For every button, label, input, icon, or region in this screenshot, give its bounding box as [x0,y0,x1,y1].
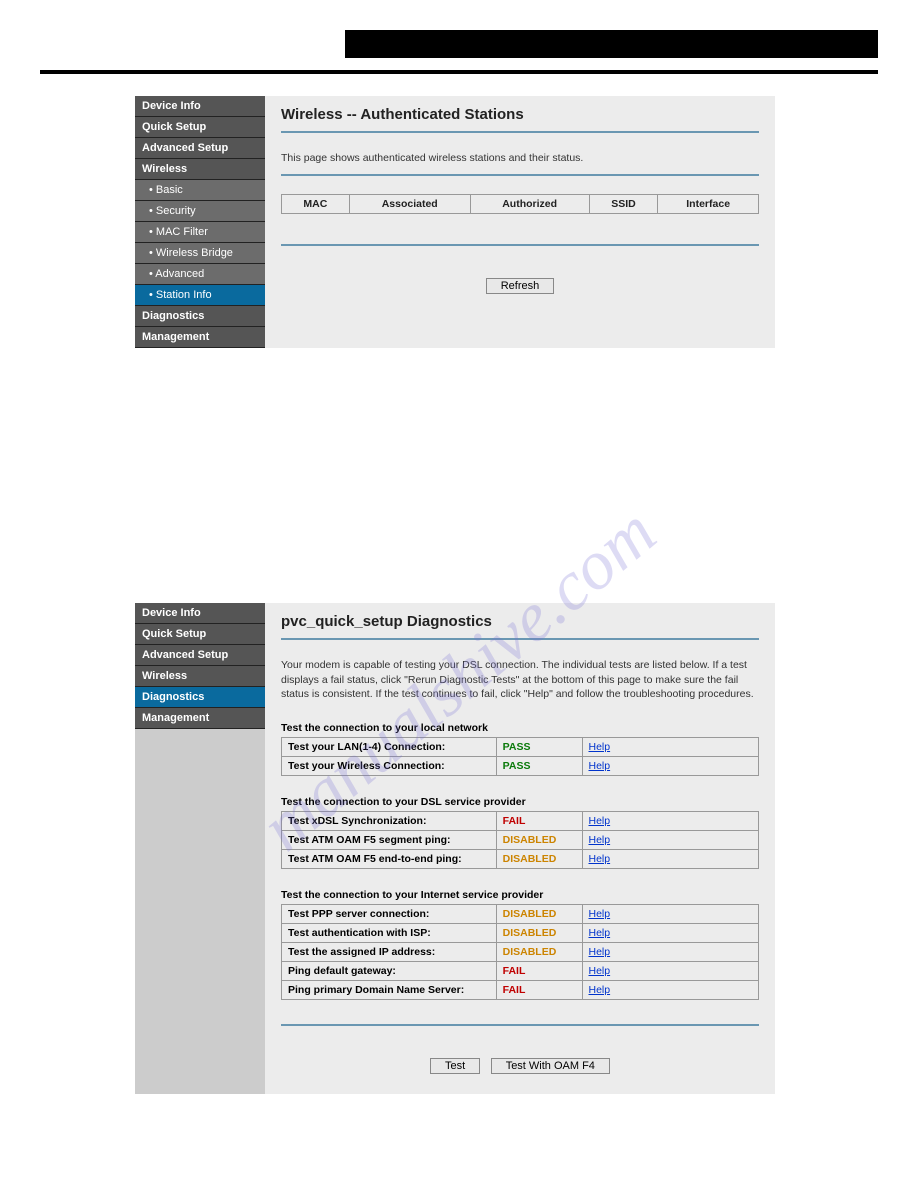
nav-item[interactable]: Quick Setup [135,117,265,138]
diag-test-name: Ping default gateway: [282,962,497,981]
diag-status: DISABLED [503,834,557,846]
panel1-title: Wireless -- Authenticated Stations [281,106,759,123]
help-link[interactable]: Help [589,760,611,772]
nav-item[interactable]: Diagnostics [135,306,265,327]
nav-sidebar-1: Device InfoQuick SetupAdvanced SetupWire… [135,96,265,348]
nav-sidebar-2: Device InfoQuick SetupAdvanced SetupWire… [135,603,265,1094]
diag-test-name: Test your LAN(1-4) Connection: [282,738,497,757]
diag-status: DISABLED [503,946,557,958]
diag-status: FAIL [503,984,526,996]
diag-table: Test your LAN(1-4) Connection:PASSHelpTe… [281,737,759,776]
nav-item[interactable]: Management [135,327,265,348]
help-link[interactable]: Help [589,927,611,939]
help-link[interactable]: Help [589,946,611,958]
diag-status: DISABLED [503,908,557,920]
diag-section-heading: Test the connection to your Internet ser… [281,889,759,901]
help-link[interactable]: Help [589,908,611,920]
test-button[interactable]: Test [430,1058,480,1074]
nav-item[interactable]: Advanced Setup [135,138,265,159]
header-divider [40,70,878,74]
diag-section-heading: Test the connection to your DSL service … [281,796,759,808]
panel1-desc: This page shows authenticated wireless s… [281,151,759,166]
help-link[interactable]: Help [589,965,611,977]
header-black-bar [345,30,878,58]
diag-table: Test xDSL Synchronization:FAILHelpTest A… [281,811,759,869]
diag-test-name: Ping primary Domain Name Server: [282,981,497,1000]
diag-test-name: Test authentication with ISP: [282,924,497,943]
table-row: Test xDSL Synchronization: FAIL Help [282,812,759,831]
column-header: MAC [282,194,350,213]
test-oam-f4-button[interactable]: Test With OAM F4 [491,1058,610,1074]
wireless-stations-panel: Device InfoQuick SetupAdvanced SetupWire… [135,96,775,348]
wireless-content: Wireless -- Authenticated Stations This … [265,96,775,348]
nav-item[interactable]: • Basic [135,180,265,201]
nav-item[interactable]: Diagnostics [135,687,265,708]
column-header: Interface [658,194,759,213]
refresh-button[interactable]: Refresh [486,278,555,294]
diag-test-name: Test ATM OAM F5 end-to-end ping: [282,850,497,869]
column-header: Authorized [470,194,589,213]
nav-item[interactable]: • MAC Filter [135,222,265,243]
hr [281,1024,759,1026]
diag-status: FAIL [503,965,526,977]
nav-item[interactable]: Management [135,708,265,729]
nav-item[interactable]: • Security [135,201,265,222]
help-link[interactable]: Help [589,741,611,753]
nav-item[interactable]: Advanced Setup [135,645,265,666]
stations-table: MACAssociatedAuthorizedSSIDInterface [281,194,759,214]
table-row: Test the assigned IP address: DISABLED Hel… [282,943,759,962]
nav-item[interactable]: • Advanced [135,264,265,285]
diag-test-name: Test PPP server connection: [282,905,497,924]
table-row: Ping primary Domain Name Server: FAIL Help [282,981,759,1000]
help-link[interactable]: Help [589,815,611,827]
hr [281,638,759,640]
table-row: Test your Wireless Connection: PASS Help [282,757,759,776]
nav-item[interactable]: Quick Setup [135,624,265,645]
diag-test-name: Test xDSL Synchronization: [282,812,497,831]
diag-status: FAIL [503,815,526,827]
nav-item[interactable]: Device Info [135,603,265,624]
table-row: Ping default gateway: FAIL Help [282,962,759,981]
nav-item[interactable]: Wireless [135,159,265,180]
help-link[interactable]: Help [589,853,611,865]
diag-test-name: Test your Wireless Connection: [282,757,497,776]
diag-status: PASS [503,741,531,753]
diagnostics-panel: Device InfoQuick SetupAdvanced SetupWire… [135,603,775,1094]
help-link[interactable]: Help [589,984,611,996]
diagnostics-content: pvc_quick_setup Diagnostics Your modem i… [265,603,775,1094]
table-row: Test ATM OAM F5 end-to-end ping: DISABLED… [282,850,759,869]
column-header: Associated [349,194,470,213]
diag-section-heading: Test the connection to your local networ… [281,722,759,734]
diag-status: DISABLED [503,853,557,865]
diag-status: PASS [503,760,531,772]
nav-item[interactable]: • Station Info [135,285,265,306]
table-row: Test PPP server connection: DISABLED Help [282,905,759,924]
column-header: SSID [589,194,658,213]
hr [281,244,759,246]
hr [281,174,759,176]
diag-test-name: Test the assigned IP address: [282,943,497,962]
diag-table: Test PPP server connection:DISABLEDHelpT… [281,904,759,1000]
hr [281,131,759,133]
nav-item[interactable]: Wireless [135,666,265,687]
diag-status: DISABLED [503,927,557,939]
panel2-title: pvc_quick_setup Diagnostics [281,613,759,630]
diag-test-name: Test ATM OAM F5 segment ping: [282,831,497,850]
nav-item[interactable]: • Wireless Bridge [135,243,265,264]
table-row: Test ATM OAM F5 segment ping: DISABLED Hel… [282,831,759,850]
panel2-desc: Your modem is capable of testing your DS… [281,658,759,702]
help-link[interactable]: Help [589,834,611,846]
nav-item[interactable]: Device Info [135,96,265,117]
table-row: Test your LAN(1-4) Connection: PASS Help [282,738,759,757]
table-row: Test authentication with ISP: DISABLED Hel… [282,924,759,943]
